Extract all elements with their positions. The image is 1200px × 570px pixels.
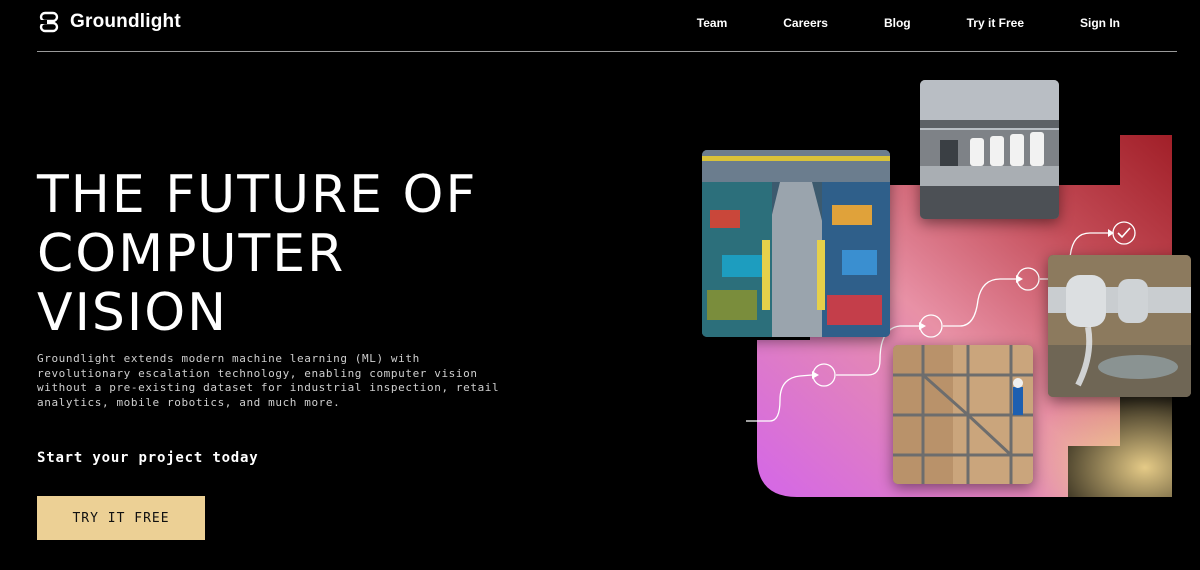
site-header: Groundlight Team Careers Blog Try it Fre…	[0, 0, 1200, 52]
factory-floor-photo	[702, 150, 890, 337]
groundlight-logo-icon	[38, 11, 59, 33]
hero-title: THE FUTURE OF COMPUTER VISION	[37, 166, 477, 343]
nav-link-try-free[interactable]: Try it Free	[967, 16, 1024, 30]
try-it-free-button[interactable]: TRY IT FREE	[37, 496, 205, 540]
nav-link-team[interactable]: Team	[697, 16, 727, 30]
scaffolding-photo	[893, 345, 1033, 484]
nav-link-blog[interactable]: Blog	[884, 16, 911, 30]
nav-link-sign-in[interactable]: Sign In	[1080, 16, 1120, 30]
hero-title-line-3: VISION	[37, 283, 229, 343]
hero-description: Groundlight extends modern machine learn…	[37, 352, 500, 409]
hero-title-line-2: COMPUTER	[37, 224, 346, 284]
brand-name: Groundlight	[70, 11, 181, 32]
main-nav: Team Careers Blog Try it Free Sign In	[697, 16, 1120, 30]
pipe-valve-photo	[1048, 255, 1191, 397]
cta-heading: Start your project today	[37, 450, 259, 466]
brand-logo[interactable]: Groundlight	[38, 11, 181, 33]
bottling-line-photo	[920, 80, 1059, 219]
nav-link-careers[interactable]: Careers	[783, 16, 828, 30]
header-divider	[37, 51, 1177, 52]
check-circle-icon	[1112, 221, 1136, 245]
hero-title-line-1: THE FUTURE OF	[37, 165, 478, 225]
